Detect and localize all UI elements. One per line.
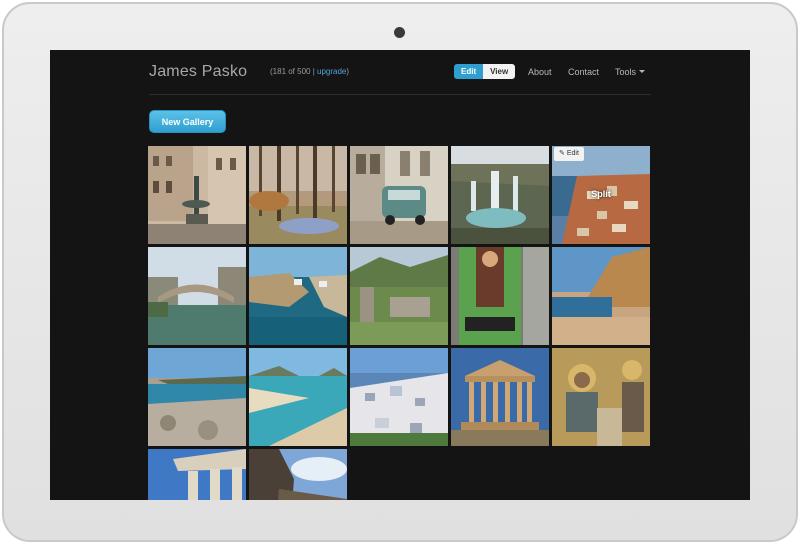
gallery-tile[interactable] [249,348,347,446]
tile-title: Split [591,189,611,199]
gallery-tile[interactable] [552,247,650,345]
gallery-tile[interactable]: ✎ Edit Split [552,146,650,244]
app-screen: James Pasko (181 of 500 | upgrade) Edit … [50,50,750,500]
photo-waterfalls [451,146,549,244]
gallery-tile[interactable] [148,247,246,345]
brand-title[interactable]: James Pasko [149,63,247,81]
photo-white-village [350,348,448,446]
gallery-tile[interactable] [148,146,246,244]
nav-contact[interactable]: Contact [568,67,599,77]
pencil-icon: ✎ [559,150,565,157]
view-mode-button[interactable]: View [483,64,516,79]
gallery-tile[interactable] [350,247,448,345]
photo-mural-wall [451,247,549,345]
nav-about[interactable]: About [528,67,552,77]
quota-close: ) [346,67,350,76]
photo-parthenon [451,348,549,446]
gallery-tile[interactable] [249,146,347,244]
photo-rocky-shore [148,348,246,446]
webcam [394,27,405,38]
photo-blue-bay [249,247,347,345]
quota-status: (181 of 500 | upgrade) [270,67,349,76]
edit-mode-button[interactable]: Edit [454,64,484,79]
tile-edit-label: Edit [566,150,579,157]
edit-view-toggle: Edit View [454,64,516,79]
gallery-tile[interactable] [451,348,549,446]
photo-vintage-car [350,146,448,244]
header-divider [149,94,651,95]
gallery-tile[interactable] [451,247,549,345]
gallery-tile[interactable] [249,449,347,500]
photo-mosaic-icon [552,348,650,446]
photo-cliff-rock [249,449,347,500]
photo-autumn-forest [249,146,347,244]
gallery-tile[interactable] [552,348,650,446]
photo-sandy-cove [552,247,650,345]
caret-down-icon [639,70,646,73]
photo-temple-columns [148,449,246,500]
gallery-tile[interactable] [148,348,246,446]
photo-turquoise-beach [249,348,347,446]
quota-count: (181 of 500 | [270,67,317,76]
upgrade-link[interactable]: upgrade [317,67,346,76]
new-gallery-button[interactable]: New Gallery [149,110,226,133]
tile-edit-button[interactable]: ✎ Edit [554,147,584,161]
navbar: James Pasko (181 of 500 | upgrade) Edit … [50,50,750,95]
gallery-tile[interactable] [451,146,549,244]
photo-ruins-hills [350,247,448,345]
nav-tools-label: Tools [615,67,637,77]
gallery-tile[interactable] [350,348,448,446]
nav-tools[interactable]: Tools [615,67,646,77]
photo-city-fountain [148,146,246,244]
gallery-tile[interactable] [249,247,347,345]
gallery-tile[interactable] [148,449,246,500]
photo-stone-bridge [148,247,246,345]
gallery-tile[interactable] [350,146,448,244]
